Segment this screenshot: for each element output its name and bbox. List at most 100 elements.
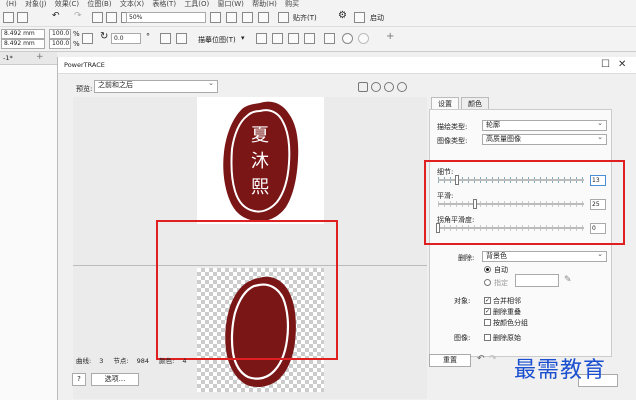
export-file-icon[interactable] <box>106 12 117 23</box>
grid-icon[interactable] <box>242 12 253 23</box>
canvas-area <box>0 52 57 400</box>
plus-icon[interactable]: + <box>36 52 44 62</box>
colors-label: 颜色: <box>159 357 175 365</box>
rotate-icon[interactable]: ↻ <box>100 31 108 42</box>
trace-type-label: 描绘类型: <box>437 123 468 131</box>
percent-label: % <box>73 40 80 48</box>
import-file-icon[interactable] <box>92 12 103 23</box>
document-tab-label: -1* <box>3 54 13 62</box>
trace-bitmap-button[interactable]: 描摹位图(T) <box>198 35 236 45</box>
group-by-color-label: 按颜色分组 <box>493 319 528 327</box>
image-type-select[interactable]: 高质量图像 <box>482 133 607 145</box>
seal-char-2: 沐 <box>251 151 269 172</box>
height-field[interactable]: 8.492 mm <box>1 39 45 49</box>
color-swatch[interactable] <box>515 274 559 287</box>
curves-value: 3 <box>99 357 104 365</box>
color-adjust-icon[interactable] <box>358 33 369 44</box>
menu-item[interactable]: 购买 <box>285 1 299 8</box>
redo-icon[interactable]: ↷ <box>74 11 82 21</box>
specify-radio[interactable] <box>484 279 491 286</box>
trace-type-select[interactable]: 轮廓 <box>482 119 607 131</box>
delete-overlap-checkbox[interactable]: ✓ <box>484 308 491 315</box>
percent-label: % <box>73 30 80 38</box>
redo-icon[interactable]: ↷ <box>489 354 497 364</box>
remove-label: 删除: <box>458 254 475 262</box>
menu-item[interactable]: 工具(O) <box>184 1 209 8</box>
trace-stats: 曲线: 3 节点: 984 颜色: 4 <box>76 355 194 365</box>
menu-item[interactable]: 表格(T) <box>152 1 176 8</box>
rotation-field[interactable]: 0.0 <box>111 33 141 44</box>
pan-icon[interactable] <box>358 82 368 92</box>
menu-item[interactable]: (H) <box>6 1 17 8</box>
menu-item[interactable]: 效果(C) <box>55 1 79 8</box>
snap-to-button[interactable]: 贴齐(T) <box>293 13 317 23</box>
document-tab[interactable]: -1* + <box>0 52 57 65</box>
import-icon[interactable] <box>3 12 14 23</box>
scale-x-field[interactable]: 100.0 <box>49 29 71 39</box>
menu-item[interactable]: 位图(B) <box>87 1 111 8</box>
original-seal-image: 夏 沐 熙 <box>223 101 299 222</box>
undo-icon[interactable]: ↶ <box>477 354 485 364</box>
specify-radio-label: 指定 <box>494 279 508 287</box>
maximize-icon[interactable]: ☐ <box>601 59 610 70</box>
property-bar: 8.492 mm 8.492 mm 100.0 100.0 % % ↻ 0.0 … <box>0 27 636 52</box>
launch-icon[interactable] <box>354 12 365 23</box>
merge-adjacent-checkbox[interactable]: ✓ <box>484 297 491 304</box>
dialog-title-bar: PowerTRACE ☐ ✕ <box>58 57 636 74</box>
preview-mode-select[interactable]: 之前和之后 <box>94 79 218 93</box>
group-by-color-checkbox[interactable] <box>484 319 491 326</box>
close-icon[interactable]: ✕ <box>618 59 626 70</box>
highlight-box-sliders <box>424 160 625 245</box>
width-field[interactable]: 8.492 mm <box>1 29 45 39</box>
gear-icon[interactable]: ⚙ <box>338 10 347 21</box>
export-icon[interactable] <box>17 12 28 23</box>
delete-original-label: 删除原始 <box>493 334 521 342</box>
seal-char-1: 夏 <box>251 125 269 146</box>
seal-char-3: 熙 <box>251 177 269 198</box>
lock-ratio-icon[interactable] <box>82 33 93 44</box>
launch-button[interactable]: 启动 <box>370 13 384 23</box>
snap-icon[interactable] <box>278 12 289 23</box>
rulers-icon[interactable] <box>226 12 237 23</box>
highlight-box-preview <box>156 220 338 360</box>
tab-settings[interactable]: 设置 <box>431 97 459 109</box>
scale-y-field[interactable]: 100.0 <box>49 39 71 49</box>
mirror-horizontal-icon[interactable] <box>160 33 171 44</box>
undo-icon[interactable]: ↶ <box>52 11 60 21</box>
menu-item[interactable]: 对象(J) <box>25 1 47 8</box>
guidelines-icon[interactable] <box>258 12 269 23</box>
nodes-value: 984 <box>136 357 150 365</box>
crop-bitmap-icon[interactable] <box>256 33 267 44</box>
mirror-vertical-icon[interactable] <box>176 33 187 44</box>
menu-item[interactable]: 窗口(W) <box>218 1 244 8</box>
menu-item[interactable]: 文本(X) <box>120 1 144 8</box>
remove-select[interactable]: 背景色 <box>482 250 607 262</box>
bitmap-border-icon[interactable] <box>304 33 315 44</box>
reset-button[interactable]: 重置 <box>429 354 471 367</box>
standard-toolbar: ↶ ↷ 50% 贴齐(T) ⚙ 启动 <box>0 9 636 27</box>
curves-label: 曲线: <box>76 357 92 365</box>
image-label: 图像: <box>454 334 471 342</box>
auto-radio[interactable] <box>484 266 491 273</box>
zoom-fit-icon[interactable] <box>397 82 407 92</box>
zoom-in-icon[interactable] <box>371 82 381 92</box>
resample-icon[interactable] <box>272 33 283 44</box>
tab-colors[interactable]: 颜色 <box>461 97 489 109</box>
color-palette-icon[interactable] <box>342 33 353 44</box>
menu-item[interactable]: 帮助(H) <box>252 1 277 8</box>
delete-original-checkbox[interactable] <box>484 334 491 341</box>
zoom-level-field[interactable]: 50% <box>126 12 206 23</box>
eyedropper-icon[interactable]: ✎ <box>564 275 572 285</box>
options-button[interactable]: 选项... <box>91 373 139 386</box>
help-button[interactable]: ? <box>72 373 86 386</box>
delete-overlap-label: 删除重叠 <box>493 308 521 316</box>
nodes-label: 节点: <box>113 357 129 365</box>
bitmap-mask-icon[interactable] <box>324 33 335 44</box>
fullscreen-icon[interactable] <box>210 12 221 23</box>
plus-icon[interactable]: + <box>386 31 394 42</box>
zoom-out-icon[interactable] <box>384 82 394 92</box>
degree-icon: ° <box>146 32 150 41</box>
chevron-down-icon[interactable]: ▾ <box>241 34 245 42</box>
edit-bitmap-icon[interactable] <box>288 33 299 44</box>
before-preview: 夏 沐 熙 <box>197 97 324 224</box>
